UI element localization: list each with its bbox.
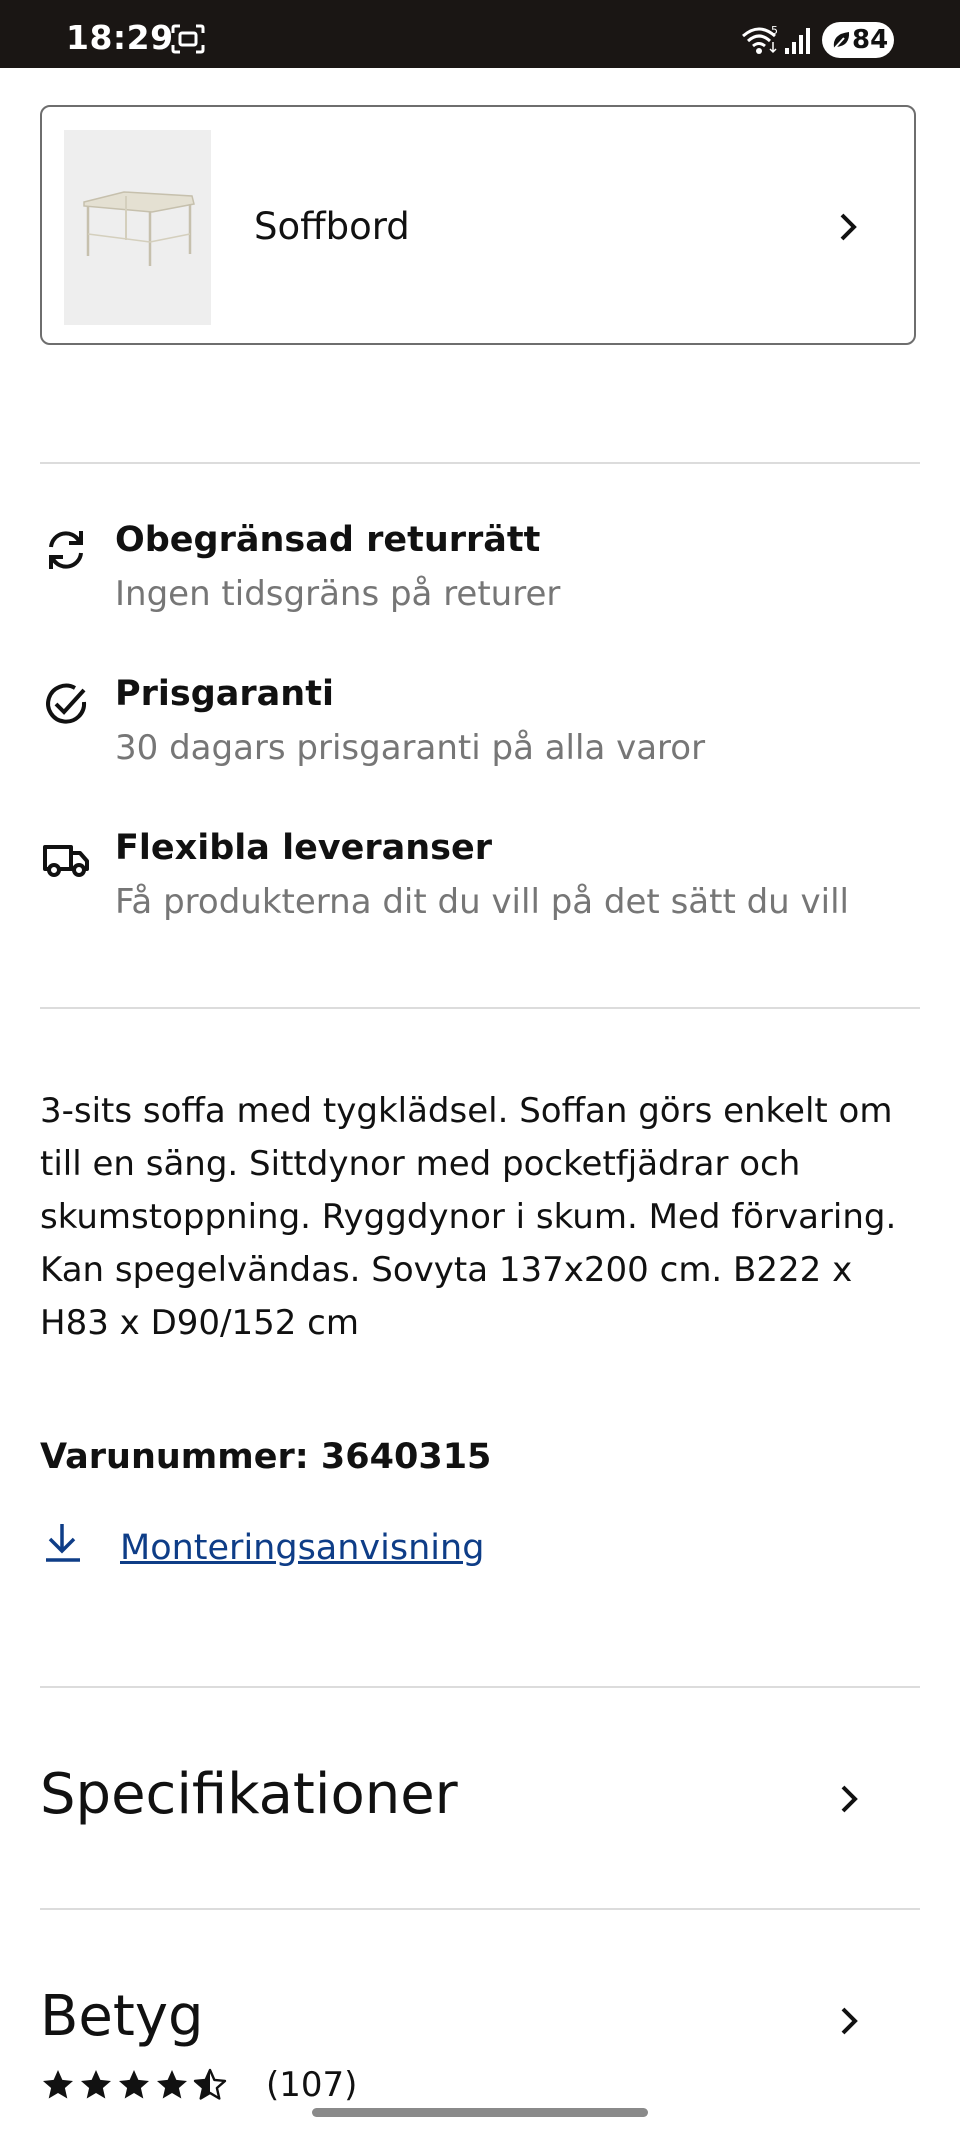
- divider: [40, 1686, 920, 1688]
- specifications-title: Specifikationer: [40, 1762, 458, 1827]
- feature-returns: Obegränsad returrätt Ingen tidsgräns på …: [40, 520, 920, 630]
- feature-subtitle: 30 dagars prisgaranti på alla varor: [115, 728, 706, 768]
- coffee-table-image: [64, 130, 211, 325]
- rating-stars: (107): [40, 2065, 440, 2111]
- product-description: 3-sits soffa med tygklädsel. Soffan görs…: [40, 1085, 920, 1350]
- feature-title: Obegränsad returrätt: [115, 520, 541, 560]
- download-icon: [46, 1524, 80, 1562]
- star-full-icon: [43, 2070, 73, 2099]
- cell-signal-icon: [785, 28, 810, 54]
- description-line: till en säng. Sittdynor med pocketfjädra…: [40, 1144, 801, 1184]
- divider: [40, 462, 920, 464]
- chevron-right-icon: [841, 2007, 858, 2035]
- assembly-instructions-link[interactable]: Monteringsanvisning: [120, 1528, 484, 1568]
- divider: [40, 1007, 920, 1009]
- battery-level: 84: [852, 25, 889, 55]
- feature-title: Prisgaranti: [115, 674, 334, 714]
- feature-subtitle: Ingen tidsgräns på returer: [115, 574, 561, 614]
- assembly-instructions-row[interactable]: Monteringsanvisning: [40, 1520, 640, 1580]
- delivery-truck-icon: [43, 845, 89, 877]
- description-line: skumstoppning. Ryggdynor i skum. Med för…: [40, 1197, 897, 1237]
- star-full-icon: [119, 2070, 149, 2099]
- feature-delivery: Flexibla leveranser Få produkterna dit d…: [40, 828, 920, 938]
- divider: [40, 1908, 920, 1910]
- rating-count: (107): [266, 2065, 358, 2105]
- star-full-icon: [81, 2070, 111, 2099]
- feature-subtitle: Få produkterna dit du vill på det sätt d…: [115, 882, 849, 922]
- article-number: Varunummer: 3640315: [40, 1437, 492, 1477]
- description-line: H83 x D90/152 cm: [40, 1303, 359, 1343]
- svg-text:5: 5: [771, 24, 778, 37]
- description-line: Kan spegelvändas. Sovyta 137x200 cm. B22…: [40, 1250, 853, 1290]
- home-indicator[interactable]: [312, 2108, 648, 2117]
- status-bar: 18:29 5 84: [0, 0, 960, 68]
- returns-icon: [49, 531, 83, 569]
- screenshot-icon: [171, 24, 205, 54]
- check-circle-icon: [46, 683, 87, 724]
- feature-price-guarantee: Prisgaranti 30 dagars prisgaranti på all…: [40, 674, 920, 784]
- chevron-right-icon: [841, 1785, 858, 1813]
- wifi-icon: 5: [742, 24, 778, 54]
- battery-icon: 84: [822, 22, 894, 58]
- specifications-section[interactable]: Specifikationer: [40, 1762, 920, 1872]
- description-line: 3-sits soffa med tygklädsel. Soffan görs…: [40, 1091, 893, 1131]
- feature-title: Flexibla leveranser: [115, 828, 492, 868]
- battery-saver-leaf-icon: [832, 32, 850, 51]
- star-full-icon: [157, 2070, 187, 2099]
- star-half-icon: [193, 2068, 227, 2100]
- chevron-right-icon: [840, 213, 857, 241]
- status-time: 18:29: [66, 18, 174, 57]
- related-product-label: Soffbord: [254, 205, 410, 248]
- rating-title: Betyg: [40, 1984, 204, 2049]
- related-product-card[interactable]: Soffbord: [40, 105, 916, 345]
